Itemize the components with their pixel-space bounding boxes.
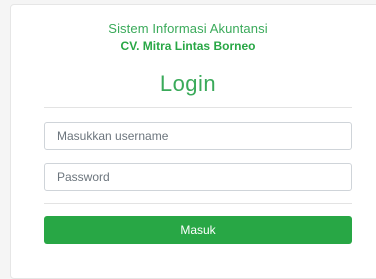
divider-bottom [44,203,352,204]
app-subtitle: Sistem Informasi Akuntansi [108,21,268,36]
login-button[interactable]: Masuk [44,216,352,244]
company-name: CV. Mitra Lintas Borneo [120,39,256,53]
username-input[interactable] [44,122,352,150]
divider-top [44,107,352,108]
page-title: Login [159,71,217,96]
password-input[interactable] [44,163,352,191]
